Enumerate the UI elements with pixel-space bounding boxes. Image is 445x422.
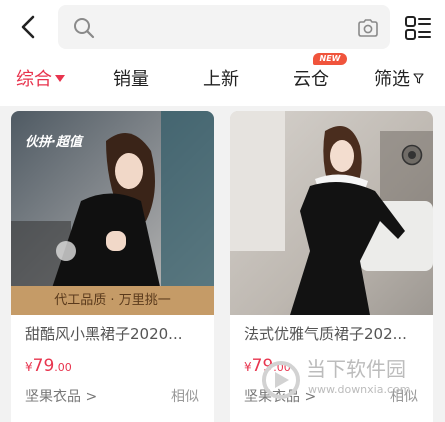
- tab-sales[interactable]: 销量: [113, 66, 149, 94]
- top-bar: [0, 0, 445, 56]
- price-decimal: .00: [54, 361, 72, 374]
- product-image[interactable]: 伙拼·超值 代工品质 · 万里挑一: [11, 111, 214, 315]
- tab-label: 综合: [16, 69, 52, 90]
- filter-icon: [413, 72, 424, 84]
- tab-label: 上新: [203, 69, 239, 90]
- product-title[interactable]: 法式优雅气质裙子202...: [244, 324, 424, 344]
- watermark-text: 当下软件园: [306, 357, 406, 381]
- tab-filter[interactable]: 筛选: [374, 66, 424, 94]
- promo-tag: 伙拼·超值: [25, 135, 82, 150]
- currency-symbol: ¥: [25, 360, 33, 374]
- product-image[interactable]: [230, 111, 433, 315]
- tab-label: 云仓: [293, 69, 329, 90]
- camera-icon[interactable]: [356, 16, 380, 40]
- shop-link[interactable]: 坚果衣品 >: [25, 387, 97, 407]
- product-card[interactable]: 伙拼·超值 代工品质 · 万里挑一 甜酷风小黑裙子2020... ¥79.00 …: [11, 111, 214, 422]
- play-icon[interactable]: [401, 144, 423, 166]
- quality-banner: 代工品质 · 万里挑一: [11, 286, 214, 315]
- tab-new-arrivals[interactable]: 上新: [203, 66, 239, 94]
- currency-symbol: ¥: [244, 360, 252, 374]
- watermark-url: www.downxia.com: [308, 383, 411, 396]
- product-title[interactable]: 甜酷风小黑裙子2020...: [25, 324, 205, 344]
- new-badge: NEW: [313, 53, 347, 65]
- list-view-icon[interactable]: [404, 14, 432, 42]
- tab-label: 销量: [113, 69, 149, 90]
- product-photo: [230, 111, 433, 315]
- tab-label: 筛选: [374, 69, 410, 90]
- tab-cloud-warehouse[interactable]: 云仓: [293, 66, 329, 94]
- sort-bar: 综合 销量 上新 云仓 NEW 筛选: [0, 53, 445, 106]
- price-integer: 79: [32, 356, 55, 376]
- tab-comprehensive[interactable]: 综合: [16, 66, 65, 94]
- triangle-down-icon: [55, 74, 65, 82]
- similar-button[interactable]: 相似: [168, 386, 202, 408]
- search-input[interactable]: [58, 5, 390, 49]
- back-arrow-icon[interactable]: [14, 12, 44, 42]
- watermark-logo-icon: [262, 361, 300, 399]
- search-icon: [74, 18, 95, 39]
- product-price: ¥79.00: [25, 355, 72, 379]
